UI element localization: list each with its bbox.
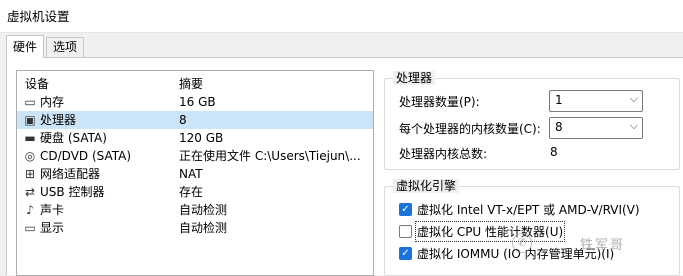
device-summary: 8 <box>179 113 187 127</box>
processor-group-label: 处理器 <box>393 71 436 85</box>
wechat-logo-icon: ✆ <box>512 233 532 253</box>
processor-icon: ▣ <box>24 113 36 127</box>
device-summary: 120 GB <box>179 131 224 145</box>
chevron-down-icon: ⌵ <box>629 119 638 132</box>
tab-options[interactable]: 选项 <box>46 37 85 57</box>
device-name: USB 控制器 <box>40 185 105 199</box>
display-icon: ▭ <box>24 221 36 235</box>
total-cores-value: 8 <box>550 145 558 159</box>
virtualization-engine-group: 虚拟化引擎 ✓ 虚拟化 Intel VT-x/EPT 或 AMD-V/RVI(V… <box>384 179 680 276</box>
device-name: 网络适配器 <box>40 167 101 181</box>
usb-controller-icon: ⇄ <box>24 185 36 199</box>
processor-group: 处理器 处理器数量(P): 1 ⌵ 每个处理器的内核数量(C): 8 ⌵ 处理器… <box>384 71 680 170</box>
memory-icon: ▭ <box>24 95 36 109</box>
tab-strip: 硬件 选项 <box>0 35 683 58</box>
device-name: 显示 <box>40 221 65 235</box>
device-summary: 存在 <box>179 185 204 199</box>
device-summary: NAT <box>179 167 203 181</box>
chevron-down-icon: ⌵ <box>629 92 638 105</box>
tab-hardware[interactable]: 硬件 <box>6 35 45 58</box>
device-row-network-adapter[interactable]: ⊞ 网络适配器 NAT <box>17 165 373 183</box>
column-header-summary[interactable]: 摘要 <box>179 75 203 92</box>
device-name: 硬盘 (SATA) <box>40 131 107 145</box>
device-row-display[interactable]: ▭ 显示 自动检测 <box>17 219 373 237</box>
cores-per-processor-label: 每个处理器的内核数量(C): <box>399 122 541 136</box>
network-adapter-icon: ⊞ <box>24 167 36 181</box>
vtx-ept-label[interactable]: 虚拟化 Intel VT-x/EPT 或 AMD-V/RVI(V) <box>417 201 640 218</box>
device-list-header: 设备 摘要 <box>17 71 373 91</box>
window-title: 虚拟机设置 <box>7 9 70 24</box>
hard-disk-icon: ▬ <box>24 131 36 145</box>
device-name: 声卡 <box>40 203 65 217</box>
device-name: 处理器 <box>40 113 77 127</box>
device-summary: 16 GB <box>179 95 216 109</box>
device-row-cd-dvd[interactable]: ◎ CD/DVD (SATA) 正在使用文件 C:\Users\Tiejun\.… <box>17 147 373 165</box>
total-cores-label: 处理器内核总数: <box>399 147 488 161</box>
device-summary: 自动检测 <box>179 221 228 235</box>
sound-card-icon: ♪ <box>26 203 34 217</box>
device-row-sound-card[interactable]: ♪ 声卡 自动检测 <box>17 201 373 219</box>
device-list[interactable]: 设备 摘要 ▭ 内存 16 GB ▣ 处理器 8 ▬ 硬盘 (SATA) 120… <box>16 70 374 276</box>
device-name: 内存 <box>40 95 65 109</box>
watermark-text: 铁军哥 <box>580 238 626 253</box>
cores-per-processor-select[interactable]: 8 ⌵ <box>549 117 643 139</box>
device-name: CD/DVD (SATA) <box>40 149 132 163</box>
virtualization-group-label: 虚拟化引擎 <box>393 179 460 193</box>
device-row-processor[interactable]: ▣ 处理器 8 <box>17 111 373 129</box>
num-processors-label: 处理器数量(P): <box>399 95 480 109</box>
device-row-memory[interactable]: ▭ 内存 16 GB <box>17 93 373 111</box>
iommu-checkbox[interactable]: ✓ <box>399 247 412 260</box>
watermark: ✆ 铁军哥 <box>512 232 682 254</box>
vtx-ept-checkbox[interactable]: ✓ <box>399 203 412 216</box>
column-header-device[interactable]: 设备 <box>25 75 49 92</box>
cpu-perf-counters-checkbox[interactable] <box>399 225 412 238</box>
cores-per-processor-value: 8 <box>555 120 563 134</box>
num-processors-select[interactable]: 1 ⌵ <box>549 90 643 112</box>
device-row-usb-controller[interactable]: ⇄ USB 控制器 存在 <box>17 183 373 201</box>
cd-dvd-icon: ◎ <box>24 149 36 163</box>
device-summary: 自动检测 <box>179 203 228 217</box>
device-row-hard-disk[interactable]: ▬ 硬盘 (SATA) 120 GB <box>17 129 373 147</box>
device-summary: 正在使用文件 C:\Users\Tiejun\... <box>179 149 361 163</box>
num-processors-value: 1 <box>555 93 563 107</box>
title-bar: 虚拟机设置 <box>0 0 683 33</box>
